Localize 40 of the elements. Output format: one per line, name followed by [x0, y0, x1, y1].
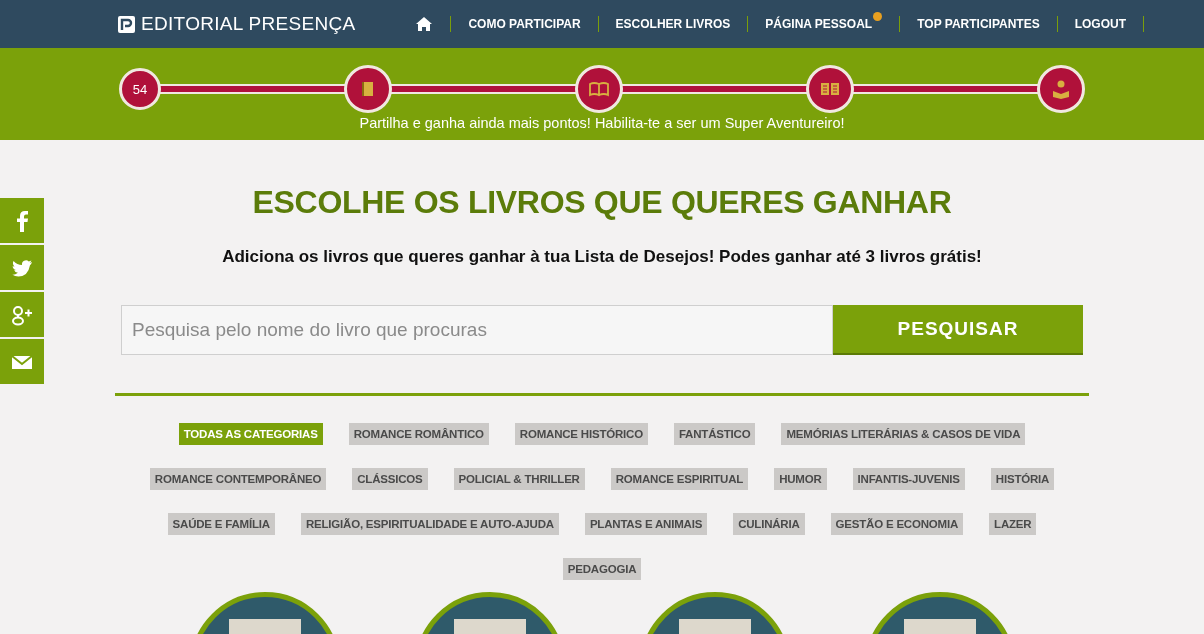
share-button[interactable] — [0, 245, 44, 290]
category-tag[interactable]: ROMANCE ROMÂNTICO — [348, 423, 489, 445]
category-tag[interactable]: PLANTAS E ANIMAIS — [584, 513, 708, 535]
category-tag[interactable]: HISTÓRIA — [990, 468, 1055, 490]
category-tag[interactable]: TODAS AS CATEGORIAS — [178, 423, 323, 445]
category-tag[interactable]: POLICIAL & THRILLER — [453, 468, 585, 490]
open-book-icon — [589, 79, 609, 99]
nav-link[interactable]: COMO PARTICIPAR — [451, 16, 599, 32]
nav-link[interactable]: PÁGINA PESSOAL — [748, 16, 901, 32]
category-tag[interactable]: ROMANCE ESPIRITUAL — [610, 468, 749, 490]
reader-icon — [1051, 79, 1071, 99]
category-tag[interactable]: CULINÁRIA — [733, 513, 805, 535]
category-tag[interactable]: ROMANCE CONTEMPORÂNEO — [149, 468, 327, 490]
progress-message: Partilha e ganha ainda mais pontos! Habilita-te a ser um Super Aventureiro! — [359, 115, 845, 131]
category-tag[interactable]: FANTÁSTICO — [673, 423, 756, 445]
share-button[interactable] — [0, 339, 44, 384]
search-field[interactable]: Pesquisa pelo nome do livro que procuras — [121, 305, 833, 355]
category-tag[interactable]: HUMOR — [774, 468, 827, 490]
category-tag[interactable]: CLÁSSICOS — [352, 468, 428, 490]
logo-text: EDITORIAL PRESENÇA — [141, 13, 356, 35]
logo-icon — [118, 15, 135, 33]
page-subtitle: Adiciona os livros que queres ganhar à tua Lista de Desejos! Podes ganhar até 3 livros grátis! — [222, 247, 982, 267]
search-button[interactable]: PESQUISAR — [833, 305, 1083, 355]
page-title: ESCOLHE OS LIVROS QUE QUERES GANHAR — [252, 184, 952, 221]
share-button[interactable] — [0, 292, 44, 337]
home-icon — [415, 16, 434, 32]
google-plus-icon[interactable] — [11, 303, 33, 326]
share-button[interactable] — [0, 198, 44, 243]
category-tag[interactable]: PEDAGOGIA — [562, 558, 642, 580]
category-tag[interactable]: LAZER — [989, 513, 1037, 535]
category-tag[interactable]: INFANTIS-JUVENIS — [852, 468, 965, 490]
category-tag[interactable]: SAÚDE E FAMÍLIA — [167, 513, 275, 535]
category-tag[interactable]: ROMANCE HISTÓRICO — [514, 423, 648, 445]
points-counter: 54 — [119, 68, 161, 110]
nav-link[interactable]: LOGOUT — [1057, 16, 1144, 32]
nav-link[interactable]: ESCOLHER LIVROS — [598, 16, 749, 32]
category-tag[interactable]: GESTÃO E ECONOMIA — [830, 513, 964, 535]
nav-link[interactable]: TOP PARTICIPANTES — [900, 16, 1058, 32]
category-tag[interactable]: MEMÓRIAS LITERÁRIAS & CASOS DE VIDA — [781, 423, 1026, 445]
category-tag[interactable]: RELIGIÃO, ESPIRITUALIDADE E AUTO-AJUDA — [300, 513, 559, 535]
